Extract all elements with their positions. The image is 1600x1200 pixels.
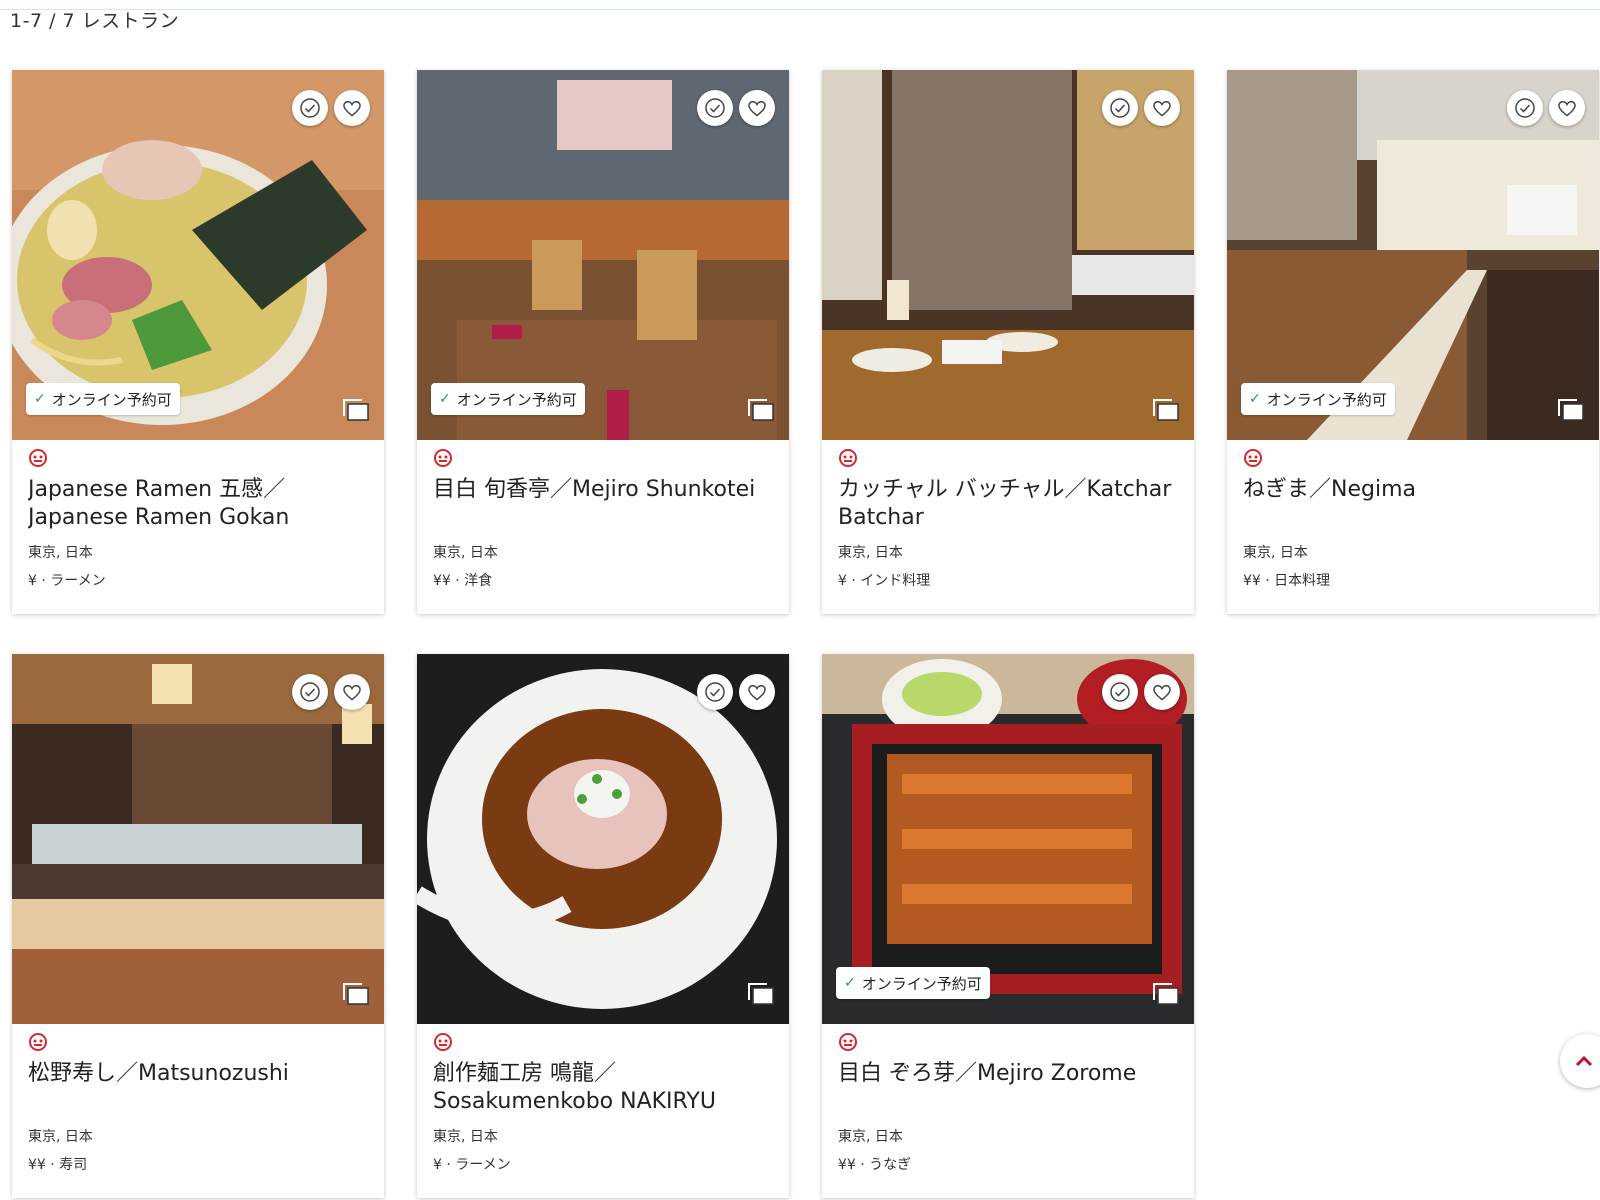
- heart-icon: [343, 685, 361, 701]
- visited-button[interactable]: [1102, 90, 1138, 126]
- heart-icon: [1558, 101, 1576, 117]
- restaurant-location: 東京, 日本: [838, 1129, 903, 1145]
- online-reservation-badge: ✓ オンライン予約可: [1241, 383, 1395, 415]
- heart-icon: [748, 101, 766, 117]
- check-circle-icon: [705, 682, 725, 702]
- favorite-button[interactable]: [1549, 90, 1585, 126]
- check-circle-icon: [1110, 98, 1130, 118]
- favorite-button[interactable]: [739, 90, 775, 126]
- gallery-icon[interactable]: [1152, 398, 1180, 422]
- online-reservation-badge: ✓ オンライン予約可: [431, 383, 585, 415]
- scroll-to-top-button[interactable]: [1560, 1034, 1600, 1088]
- restaurant-price-cuisine: ¥¥ · 寿司: [28, 1157, 88, 1173]
- visited-button[interactable]: [697, 674, 733, 710]
- restaurant-card[interactable]: ✓ オンライン予約可 目白 旬香亭／Mejiro Shunkotei 東京, 日…: [417, 70, 789, 614]
- restaurant-name[interactable]: 目白 旬香亭／Mejiro Shunkotei: [433, 476, 775, 532]
- favorite-button[interactable]: [1144, 90, 1180, 126]
- online-reservation-badge: ✓ オンライン予約可: [836, 967, 990, 999]
- restaurant-price-cuisine: ¥ · ラーメン: [433, 1157, 511, 1173]
- visited-button[interactable]: [1507, 90, 1543, 126]
- restaurant-card[interactable]: 松野寿し／Matsunozushi 東京, 日本 ¥¥ · 寿司: [12, 654, 384, 1198]
- favorite-button[interactable]: [1144, 674, 1180, 710]
- restaurant-name[interactable]: 松野寿し／Matsunozushi: [28, 1060, 370, 1116]
- badge-label: オンライン予約可: [456, 390, 577, 409]
- gallery-icon[interactable]: [747, 398, 775, 422]
- restaurant-logo-icon: [839, 1033, 857, 1051]
- restaurant-price-cuisine: ¥ · インド料理: [838, 573, 931, 589]
- visited-button[interactable]: [697, 90, 733, 126]
- restaurant-location: 東京, 日本: [433, 545, 498, 561]
- gallery-icon[interactable]: [342, 398, 370, 422]
- restaurant-card[interactable]: 創作麺工房 鳴龍／Sosakumenkobo NAKIRYU 東京, 日本 ¥ …: [417, 654, 789, 1198]
- check-icon: ✓: [844, 975, 856, 991]
- gallery-icon[interactable]: [342, 982, 370, 1006]
- heart-icon: [1153, 101, 1171, 117]
- heart-icon: [748, 685, 766, 701]
- gallery-icon[interactable]: [747, 982, 775, 1006]
- heart-icon: [343, 101, 361, 117]
- restaurant-card[interactable]: カッチャル バッチャル／Katchar Batchar 東京, 日本 ¥ · イ…: [822, 70, 1194, 614]
- check-circle-icon: [300, 98, 320, 118]
- restaurant-logo-icon: [839, 449, 857, 467]
- gallery-icon[interactable]: [1557, 398, 1585, 422]
- favorite-button[interactable]: [334, 90, 370, 126]
- restaurant-location: 東京, 日本: [28, 1129, 93, 1145]
- restaurant-price-cuisine: ¥¥ · 洋食: [433, 573, 493, 589]
- chevron-up-icon: [1575, 1055, 1593, 1067]
- restaurant-photo[interactable]: ✓ オンライン予約可: [1227, 70, 1599, 440]
- restaurant-card[interactable]: ✓ オンライン予約可 目白 ぞろ芽／Mejiro Zorome 東京, 日本 ¥…: [822, 654, 1194, 1198]
- restaurant-photo[interactable]: ✓ オンライン予約可: [417, 70, 789, 440]
- check-circle-icon: [300, 682, 320, 702]
- restaurant-photo[interactable]: [12, 654, 384, 1024]
- restaurant-location: 東京, 日本: [28, 545, 93, 561]
- restaurant-location: 東京, 日本: [1243, 545, 1308, 561]
- badge-label: オンライン予約可: [861, 974, 982, 993]
- restaurant-location: 東京, 日本: [838, 545, 903, 561]
- check-circle-icon: [705, 98, 725, 118]
- restaurant-name[interactable]: Japanese Ramen 五感／Japanese Ramen Gokan: [28, 476, 370, 532]
- restaurant-price-cuisine: ¥¥ · 日本料理: [1243, 573, 1331, 589]
- restaurant-photo[interactable]: [417, 654, 789, 1024]
- restaurant-name[interactable]: 目白 ぞろ芽／Mejiro Zorome: [838, 1060, 1180, 1116]
- restaurant-name[interactable]: カッチャル バッチャル／Katchar Batchar: [838, 476, 1180, 532]
- gallery-icon[interactable]: [1152, 982, 1180, 1006]
- badge-label: オンライン予約可: [1266, 390, 1387, 409]
- visited-button[interactable]: [1102, 674, 1138, 710]
- visited-button[interactable]: [292, 90, 328, 126]
- badge-label: オンライン予約可: [51, 390, 172, 409]
- restaurant-location: 東京, 日本: [433, 1129, 498, 1145]
- check-icon: ✓: [439, 391, 451, 407]
- top-border: [0, 0, 1600, 10]
- restaurant-price-cuisine: ¥ · ラーメン: [28, 573, 106, 589]
- restaurant-logo-icon: [434, 449, 452, 467]
- favorite-button[interactable]: [739, 674, 775, 710]
- restaurant-logo-icon: [29, 449, 47, 467]
- restaurant-logo-icon: [29, 1033, 47, 1051]
- restaurant-photo[interactable]: [822, 70, 1194, 440]
- visited-button[interactable]: [292, 674, 328, 710]
- heart-icon: [1153, 685, 1171, 701]
- restaurant-photo[interactable]: ✓ オンライン予約可: [12, 70, 384, 440]
- check-icon: ✓: [1249, 391, 1261, 407]
- restaurant-logo-icon: [434, 1033, 452, 1051]
- restaurant-photo[interactable]: ✓ オンライン予約可: [822, 654, 1194, 1024]
- restaurant-price-cuisine: ¥¥ · うなぎ: [838, 1157, 912, 1173]
- check-circle-icon: [1110, 682, 1130, 702]
- online-reservation-badge: ✓ オンライン予約可: [26, 383, 180, 415]
- restaurant-card[interactable]: ✓ オンライン予約可 ねぎま／Negima 東京, 日本 ¥¥ · 日本料理: [1227, 70, 1599, 614]
- check-icon: ✓: [34, 391, 46, 407]
- favorite-button[interactable]: [334, 674, 370, 710]
- restaurant-logo-icon: [1244, 449, 1262, 467]
- restaurant-name[interactable]: ねぎま／Negima: [1243, 476, 1585, 532]
- restaurant-name[interactable]: 創作麺工房 鳴龍／Sosakumenkobo NAKIRYU: [433, 1060, 775, 1116]
- restaurant-card[interactable]: ✓ オンライン予約可 Japanese Ramen 五感／Japanese Ra…: [12, 70, 384, 614]
- results-count: 1-7 / 7 レストラン: [10, 10, 180, 32]
- check-circle-icon: [1515, 98, 1535, 118]
